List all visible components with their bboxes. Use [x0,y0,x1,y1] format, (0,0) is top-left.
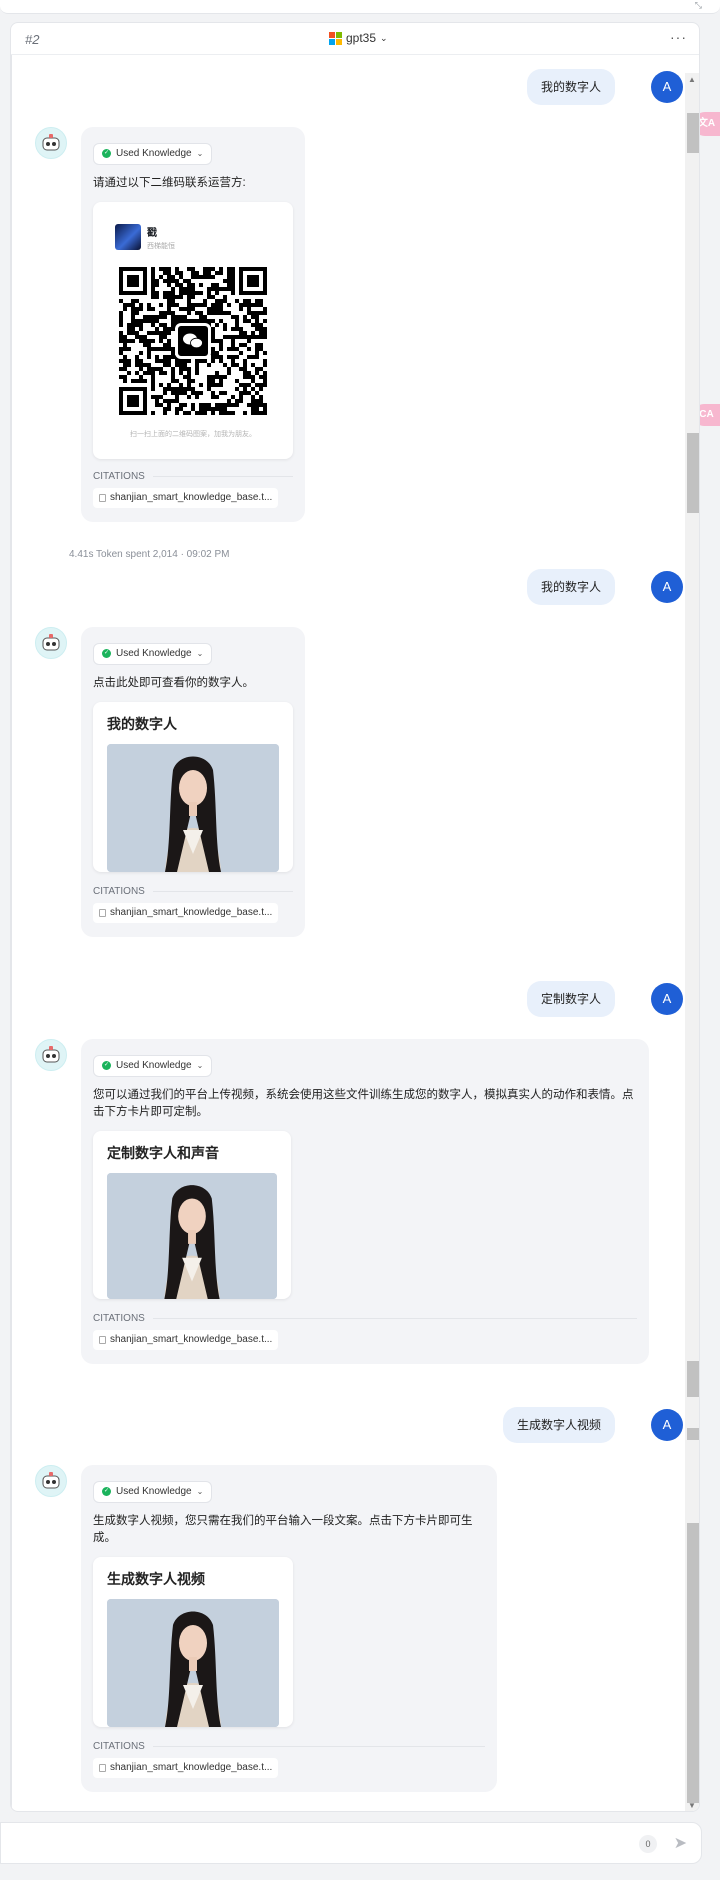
user-message: 我的数字人 [526,569,615,605]
card-title: 我的数字人 [107,715,177,732]
knowledge-label: Used Knowledge [116,648,192,659]
qr-card[interactable]: 戳西梯能恒 扫一扫上面的二维码图案，加我为朋友。 [93,201,293,459]
chevron-down-icon: ⌄ [380,32,388,43]
more-icon[interactable]: ··· [670,29,687,45]
chevron-down-icon: ⌄ [196,649,204,658]
message-input[interactable]: 0 ➤ [0,1822,702,1864]
digital-human-card[interactable]: 我的数字人 [93,701,293,872]
portrait-image [107,743,279,872]
send-icon[interactable]: ➤ [674,1833,687,1853]
bot-avatar [35,127,67,159]
citation-file[interactable]: shanjian_smart_knowledge_base.t... [93,487,279,508]
citations-label: CITATIONS [93,885,145,897]
file-name: shanjian_smart_knowledge_base.t... [110,492,273,503]
file-icon [99,1335,106,1344]
customize-card[interactable]: 定制数字人和声音 [93,1130,291,1299]
card-title: 定制数字人和声音 [107,1144,219,1161]
bot-avatar [35,1039,67,1071]
microsoft-logo-icon [329,31,342,45]
qr-hint: 扫一扫上面的二维码图案，加我为朋友。 [130,430,256,438]
scrollbar-thumb[interactable] [687,1523,699,1803]
card-title: 生成数字人视频 [107,1570,205,1587]
qr-name: 戳 [147,227,157,239]
citation-file[interactable]: shanjian_smart_knowledge_base.t... [93,1329,279,1350]
resize-icon[interactable]: ⤡ [695,0,702,11]
check-icon: ✓ [102,649,111,658]
top-bar: ⤡ [0,0,720,14]
scrollbar-thumb[interactable] [687,113,699,153]
bot-avatar [35,1465,67,1497]
user-avatar: A [651,1409,683,1441]
message-meta: 4.41s Token spent 2,014 · 09:02 PM [69,549,230,560]
citations-header: CITATIONS [93,1313,637,1324]
citation-file[interactable]: shanjian_smart_knowledge_base.t... [93,1757,279,1778]
scrollbar-thumb[interactable] [687,1361,699,1397]
model-selector[interactable]: gpt35 ⌄ [329,31,388,45]
user-message: 生成数字人视频 [502,1407,615,1443]
chevron-down-icon: ⌄ [196,1487,204,1496]
knowledge-label: Used Knowledge [116,148,192,159]
used-knowledge-toggle[interactable]: ✓ Used Knowledge ⌄ [93,142,213,165]
citations-header: CITATIONS [93,471,293,482]
wechat-icon [175,322,211,359]
chevron-down-icon: ⌄ [196,149,204,158]
user-avatar: A [651,983,683,1015]
citation-file[interactable]: shanjian_smart_knowledge_base.t... [93,902,279,923]
message-text: 点击此处即可查看你的数字人。 [93,676,254,689]
bot-avatar [35,627,67,659]
scrollbar[interactable]: ▲ ▼ [685,73,699,1811]
chevron-down-icon: ⌄ [196,1061,204,1070]
file-icon [99,1763,106,1772]
portrait-image [107,1598,279,1727]
user-avatar: A [651,571,683,603]
message-text: 生成数字人视频，您只需在我们的平台输入一段文案。点击下方卡片即可生成。 [93,1514,473,1544]
char-count: 0 [639,1835,657,1853]
scrollbar-thumb[interactable] [687,433,699,513]
wechat-avatar [115,224,141,250]
bot-message: ✓ Used Knowledge ⌄ 点击此处即可查看你的数字人。 我的数字人 CI… [81,627,305,937]
model-name: gpt35 [346,31,377,45]
bot-message: ✓ Used Knowledge ⌄ 请通过以下二维码联系运营方: 戳西梯能恒 扫一… [81,127,305,522]
bot-message: ✓ Used Knowledge ⌄ 您可以通过我们的平台上传视频，系统会使用这些文… [81,1039,649,1364]
check-icon: ✓ [102,1061,111,1070]
file-icon [99,908,106,917]
citations-label: CITATIONS [93,1740,145,1752]
check-icon: ✓ [102,149,111,158]
chat-number: #2 [25,32,40,47]
file-name: shanjian_smart_knowledge_base.t... [110,1334,273,1345]
generate-video-card[interactable]: 生成数字人视频 [93,1556,293,1727]
citations-header: CITATIONS [93,886,293,897]
scroll-down-icon[interactable]: ▼ [688,1801,696,1810]
user-message: 我的数字人 [526,69,615,105]
message-text: 请通过以下二维码联系运营方: [93,176,246,189]
chat-panel: #2 gpt35 ⌄ ··· ▲ ▼ 我的数字人 A ✓ Used Knowled… [10,22,700,1812]
citations-header: CITATIONS [93,1741,485,1752]
user-avatar: A [651,71,683,103]
citations-label: CITATIONS [93,1312,145,1324]
message-text: 您可以通过我们的平台上传视频，系统会使用这些文件训练生成您的数字人，模拟真实人的… [93,1088,634,1118]
chat-header: #2 gpt35 ⌄ ··· [11,23,699,55]
user-message: 定制数字人 [526,981,615,1017]
used-knowledge-toggle[interactable]: ✓ Used Knowledge ⌄ [93,1054,213,1077]
qr-region: 西梯能恒 [147,242,175,250]
used-knowledge-toggle[interactable]: ✓ Used Knowledge ⌄ [93,642,213,665]
used-knowledge-toggle[interactable]: ✓ Used Knowledge ⌄ [93,1480,213,1503]
citations-label: CITATIONS [93,470,145,482]
scrollbar-thumb[interactable] [687,1428,699,1440]
knowledge-label: Used Knowledge [116,1486,192,1497]
qr-code [119,266,267,415]
file-icon [99,493,106,502]
check-icon: ✓ [102,1487,111,1496]
file-name: shanjian_smart_knowledge_base.t... [110,907,273,918]
file-name: shanjian_smart_knowledge_base.t... [110,1762,273,1773]
portrait-image [107,1172,277,1299]
bot-message: ✓ Used Knowledge ⌄ 生成数字人视频，您只需在我们的平台输入一段文案… [81,1465,497,1792]
divider [11,55,12,1811]
knowledge-label: Used Knowledge [116,1060,192,1071]
scroll-up-icon[interactable]: ▲ [688,75,696,84]
